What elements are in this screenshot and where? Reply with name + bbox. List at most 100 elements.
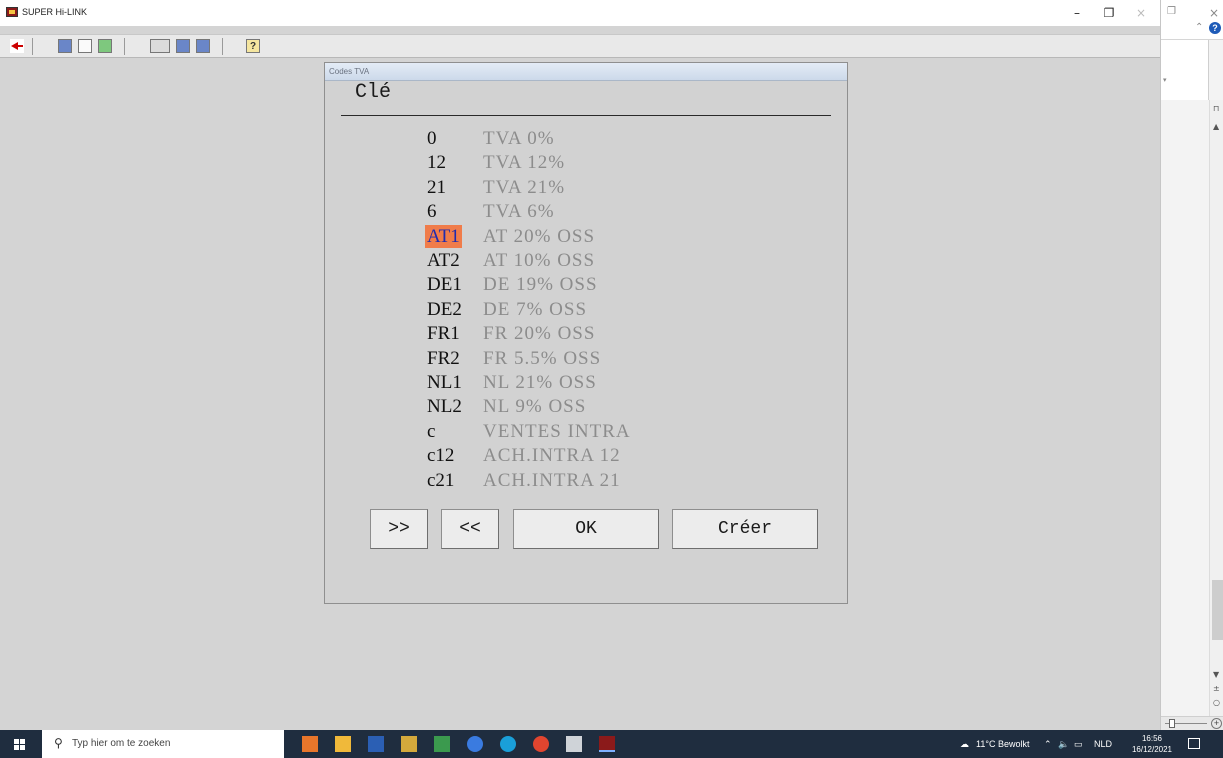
monitor-icon[interactable] bbox=[176, 39, 190, 53]
zoom-bar: + bbox=[1161, 716, 1223, 730]
prev-page-button[interactable]: << bbox=[441, 509, 499, 549]
next-page-button[interactable]: >> bbox=[370, 509, 428, 549]
code-key: NL2 bbox=[427, 396, 462, 418]
zoom-in-icon[interactable]: + bbox=[1211, 718, 1222, 729]
edge-browser-icon[interactable] bbox=[500, 736, 516, 752]
list-item[interactable]: FR2 FR 5.5% OSS bbox=[425, 347, 745, 370]
clock-time: 16:56 bbox=[1141, 734, 1163, 743]
code-key: c21 bbox=[427, 469, 455, 491]
list-item[interactable]: AT1 AT 20% OSS bbox=[425, 224, 745, 248]
clock[interactable]: 16:56 16/12/2021 bbox=[1130, 733, 1174, 755]
code-key: FR1 bbox=[427, 323, 460, 345]
volume-icon[interactable]: 🔈 bbox=[1058, 739, 1069, 750]
list-item[interactable]: AT2 AT 10% OSS bbox=[425, 249, 745, 272]
side-panel-content: ▾ bbox=[1161, 40, 1209, 100]
list-item[interactable]: NL2 NL 9% OSS bbox=[425, 395, 745, 418]
toolbar-separator bbox=[124, 38, 125, 55]
file-explorer-icon[interactable] bbox=[335, 736, 351, 752]
close-button[interactable]: × bbox=[1126, 2, 1156, 24]
ok-button[interactable]: OK bbox=[513, 509, 659, 549]
list-item[interactable]: c21 ACH.INTRA 21 bbox=[425, 469, 745, 492]
list-item[interactable]: c12 ACH.INTRA 12 bbox=[425, 444, 745, 467]
code-key: AT2 bbox=[427, 250, 460, 271]
tray-expand-icon[interactable]: ⌃ bbox=[1044, 739, 1052, 750]
scroll-down-arrow-icon[interactable]: ▼ bbox=[1213, 670, 1219, 679]
page-up-icon[interactable]: ± bbox=[1213, 684, 1220, 693]
scroll-up-arrow-icon[interactable]: ▲ bbox=[1213, 122, 1219, 131]
code-description: DE 19% OSS bbox=[483, 274, 598, 296]
clock-date: 16/12/2021 bbox=[1131, 745, 1173, 754]
code-description: DE 7% OSS bbox=[483, 298, 588, 320]
help-icon[interactable]: ? bbox=[246, 39, 260, 53]
notification-icon[interactable] bbox=[1188, 738, 1200, 749]
language-indicator[interactable]: NLD bbox=[1094, 739, 1112, 749]
outlook-app-icon[interactable] bbox=[302, 736, 318, 752]
keyboard-icon[interactable] bbox=[150, 39, 170, 53]
restore-small-icon[interactable]: ❐ bbox=[1167, 6, 1176, 17]
weather-status[interactable]: 11°C Bewolkt bbox=[976, 739, 1029, 749]
search-window-icon[interactable] bbox=[58, 39, 72, 53]
code-key: DE1 bbox=[427, 274, 462, 296]
code-key: NL1 bbox=[427, 372, 462, 393]
chrome-browser-icon[interactable] bbox=[533, 736, 549, 752]
browse-object-icon[interactable]: ○ bbox=[1213, 698, 1220, 707]
restore-button[interactable]: ❐ bbox=[1094, 2, 1124, 24]
code-description: TVA 0% bbox=[483, 128, 555, 149]
scroll-thumb[interactable] bbox=[1212, 580, 1223, 640]
ok-check-icon[interactable] bbox=[98, 39, 112, 53]
dialog-titlebar: Codes TVA bbox=[325, 63, 847, 81]
list-item[interactable]: NL1 NL 21% OSS bbox=[425, 371, 745, 394]
back-arrow-icon[interactable] bbox=[10, 39, 24, 53]
code-key: 6 bbox=[427, 201, 437, 223]
teamviewer-app-icon[interactable] bbox=[467, 736, 483, 752]
key-field-label: Clé bbox=[355, 81, 392, 104]
code-key: c12 bbox=[427, 445, 455, 467]
zoom-slider-knob[interactable] bbox=[1169, 719, 1175, 728]
code-key: AT1 bbox=[425, 224, 462, 248]
codes-tva-dialog: Codes TVA Clé 0 TVA 0% 12 TVA 12% 21 TVA 21% 6… bbox=[324, 62, 848, 604]
list-item[interactable]: 6 TVA 6% bbox=[425, 200, 745, 223]
code-key: 12 bbox=[427, 152, 446, 174]
window-title: SUPER Hi-LINK bbox=[22, 7, 88, 17]
search-icon: ⚲ bbox=[54, 736, 63, 750]
excel-app-icon[interactable] bbox=[434, 736, 450, 752]
minimize-button[interactable]: – bbox=[1062, 2, 1092, 24]
code-description: NL 9% OSS bbox=[483, 396, 587, 418]
create-button[interactable]: Créer bbox=[672, 509, 818, 549]
list-item[interactable]: 12 TVA 12% bbox=[425, 151, 745, 174]
toolbar: ? bbox=[0, 34, 1160, 58]
close-small-icon[interactable]: × bbox=[1209, 6, 1219, 20]
list-item[interactable]: DE2 DE 7% OSS bbox=[425, 298, 745, 321]
list-item[interactable]: DE1 DE 19% OSS bbox=[425, 273, 745, 296]
ruler-icon: ⊓ bbox=[1213, 104, 1220, 113]
vertical-scrollbar[interactable]: ⊓ ▲ ▼ ± ○ bbox=[1209, 100, 1223, 720]
list-item[interactable]: FR1 FR 20% OSS bbox=[425, 322, 745, 345]
search-placeholder: Typ hier om te zoeken bbox=[72, 738, 171, 749]
code-description: TVA 6% bbox=[483, 201, 555, 223]
calendar-app-icon[interactable] bbox=[401, 736, 417, 752]
super-hilink-app-icon[interactable] bbox=[599, 736, 615, 752]
chevron-down-icon[interactable]: ▾ bbox=[1163, 76, 1167, 84]
code-key: 21 bbox=[427, 176, 446, 198]
toolbar-separator bbox=[222, 38, 223, 55]
code-description: TVA 21% bbox=[483, 176, 566, 198]
word-app-icon[interactable] bbox=[368, 736, 384, 752]
side-panel-header: ❐ × ⌃ ? bbox=[1161, 0, 1223, 40]
list-item[interactable]: c VENTES INTRA bbox=[425, 420, 745, 443]
windows-start-icon[interactable] bbox=[14, 739, 25, 750]
weather-cloud-icon[interactable]: ☁ bbox=[960, 739, 969, 750]
dialog-title: Codes TVA bbox=[329, 67, 370, 76]
help-circle-icon[interactable]: ? bbox=[1209, 22, 1221, 34]
code-key: 0 bbox=[427, 128, 437, 149]
list-item[interactable]: 0 TVA 0% bbox=[425, 127, 745, 150]
chevron-up-icon[interactable]: ⌃ bbox=[1195, 22, 1203, 33]
network-icon[interactable]: ▭ bbox=[1074, 739, 1083, 750]
code-description: FR 5.5% OSS bbox=[483, 347, 602, 369]
code-description: ACH.INTRA 21 bbox=[483, 469, 621, 491]
taskbar-search[interactable]: ⚲ Typ hier om te zoeken bbox=[42, 730, 284, 758]
new-document-icon[interactable] bbox=[78, 39, 92, 53]
list-item[interactable]: 21 TVA 21% bbox=[425, 176, 745, 199]
copy-windows-icon[interactable] bbox=[196, 39, 210, 53]
terminal-app-icon[interactable] bbox=[566, 736, 582, 752]
header-divider bbox=[341, 115, 831, 116]
